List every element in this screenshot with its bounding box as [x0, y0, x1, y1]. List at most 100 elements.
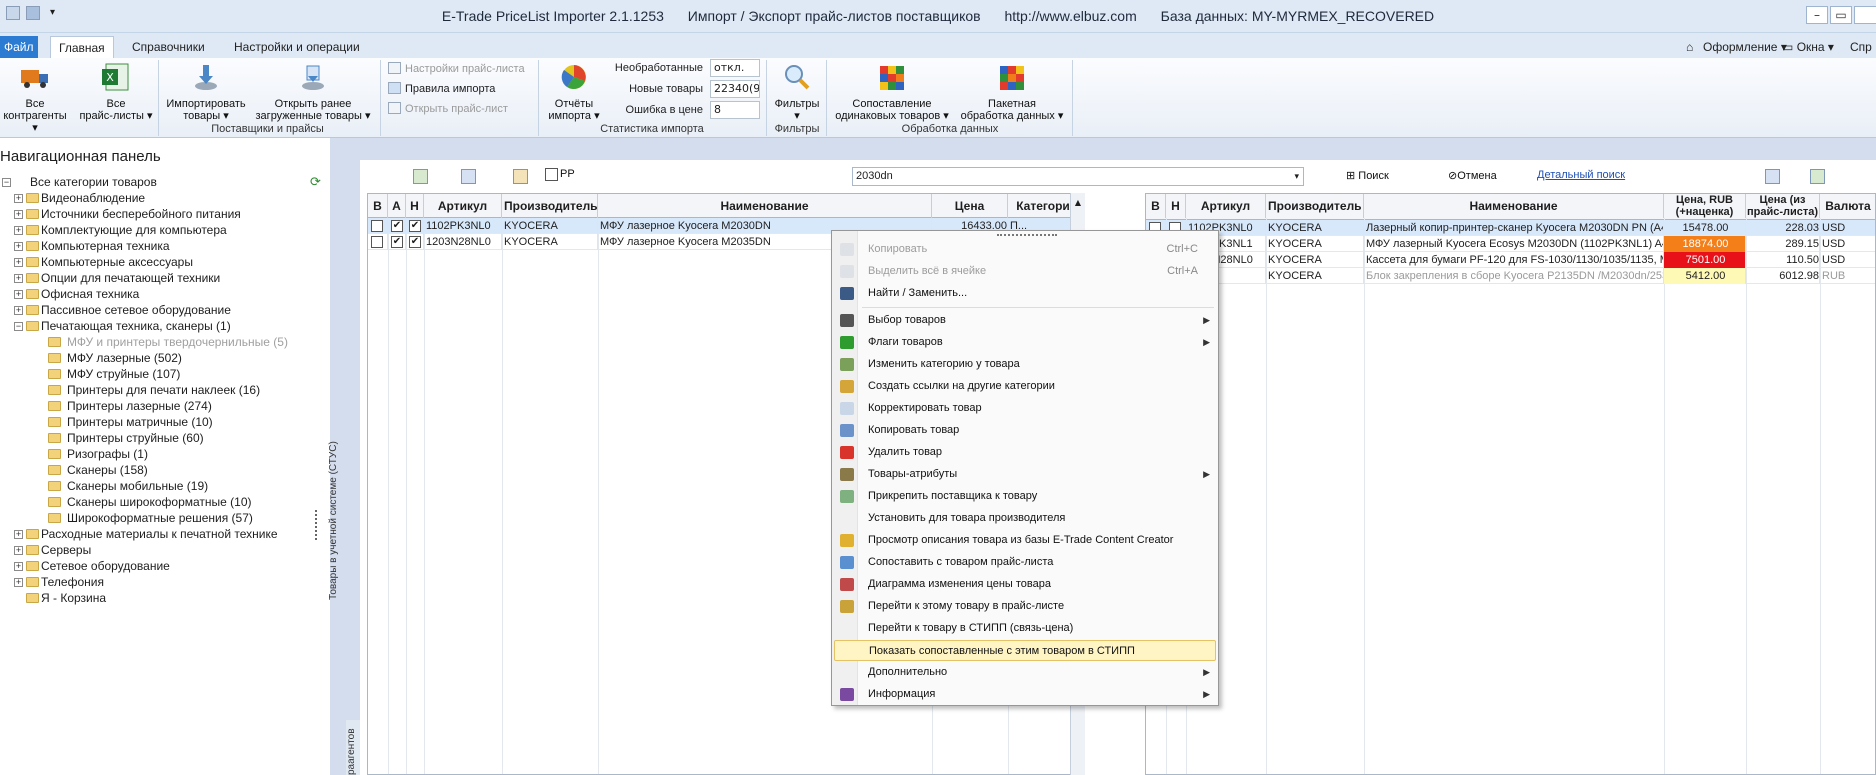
tree-item[interactable]: Я - Корзина: [0, 590, 330, 606]
cancel-button[interactable]: ⊘Отмена: [1448, 169, 1497, 182]
tree-item[interactable]: + Источники бесперебойного питания: [0, 206, 330, 222]
tree-item[interactable]: + Пассивное сетевое оборудование: [0, 302, 330, 318]
expand-icon[interactable]: +: [14, 578, 23, 587]
menu-item[interactable]: Корректировать товар: [834, 398, 1216, 419]
row-checkbox[interactable]: ✔: [391, 220, 403, 232]
tree-item[interactable]: + Офисная техника: [0, 286, 330, 302]
table-row[interactable]: 1102PK3NL1 KYOCERA МФУ лазерный Kyocera Ec…: [1146, 236, 1875, 252]
menu-item[interactable]: Товары-атрибуты ▶: [834, 464, 1216, 485]
tree-item[interactable]: + Компьютерная техника: [0, 238, 330, 254]
sort-icon[interactable]: [1765, 169, 1780, 184]
col-header-price[interactable]: Цена: [932, 194, 1008, 218]
tree-item[interactable]: + Телефония: [0, 574, 330, 590]
tree-item[interactable]: + Комплектующие для компьютера: [0, 222, 330, 238]
table-row[interactable]: KYOCERA Блок закрепления в сборе Kyocera …: [1146, 268, 1875, 284]
tree-item[interactable]: − Печатающая техника, сканеры (1): [0, 318, 330, 334]
tree-item[interactable]: − Все категории товаров: [0, 174, 330, 190]
col-header-a[interactable]: А: [388, 194, 406, 218]
col-header-currency[interactable]: Валюта: [1820, 194, 1875, 218]
col-header-v[interactable]: В: [368, 194, 388, 218]
tab-references[interactable]: Справочники: [124, 36, 213, 58]
col-header-article[interactable]: Артикул: [424, 194, 502, 218]
pricelist-settings-button[interactable]: Настройки прайс-листа: [388, 60, 525, 78]
tree-item[interactable]: + Сетевое оборудование: [0, 558, 330, 574]
filters-button[interactable]: Фильтры ▾: [770, 62, 824, 122]
match-goods-button[interactable]: Сопоставление одинаковых товаров ▾: [830, 62, 954, 122]
tree-item[interactable]: Сканеры широкоформатные (10): [0, 494, 330, 510]
col-header-price-pl[interactable]: Цена (из прайс-листа): [1746, 194, 1820, 218]
tree-item[interactable]: Сканеры мобильные (19): [0, 478, 330, 494]
open-pricelist-button[interactable]: Открыть прайс-лист: [388, 100, 508, 118]
export-icon[interactable]: [413, 169, 428, 184]
expand-icon[interactable]: +: [14, 258, 23, 267]
menu-item[interactable]: Перейти к этому товару в прайс-листе: [834, 596, 1216, 617]
detail-search-link[interactable]: Детальный поиск: [1537, 169, 1625, 181]
menu-item[interactable]: Диаграмма изменения цены товара: [834, 574, 1216, 595]
row-checkbox[interactable]: [371, 220, 383, 232]
col-header-price-rub[interactable]: Цена, RUB (+наценка): [1664, 194, 1746, 218]
menu-item[interactable]: Выделить всё в ячейке Ctrl+A: [834, 261, 1216, 282]
col-header-n[interactable]: Н: [1166, 194, 1186, 218]
maximize-button[interactable]: ▭: [1830, 6, 1852, 24]
row-checkbox[interactable]: ✔: [391, 236, 403, 248]
collapse-icon[interactable]: −: [2, 178, 11, 187]
tree-item[interactable]: МФУ струйные (107): [0, 366, 330, 382]
minimize-button[interactable]: –: [1806, 6, 1828, 24]
tree-item[interactable]: + Опции для печатающей техники: [0, 270, 330, 286]
import-reports-button[interactable]: Отчёты импорта ▾: [542, 62, 606, 122]
col-header-name[interactable]: Наименование: [598, 194, 932, 218]
batch-processing-button[interactable]: Пакетная обработка данных ▾: [956, 62, 1068, 122]
folder-icon[interactable]: [513, 169, 528, 184]
caret-up-icon[interactable]: ⌂: [1686, 36, 1693, 58]
import-goods-button[interactable]: Импортировать товары ▾: [160, 62, 252, 122]
expand-icon[interactable]: +: [14, 194, 23, 203]
menu-item[interactable]: Сопоставить с товаром прайс-листа: [834, 552, 1216, 573]
menu-item[interactable]: Удалить товар: [834, 442, 1216, 463]
table-row[interactable]: 1203N28NL0 KYOCERA Кассета для бумаги PF-1…: [1146, 252, 1875, 268]
table-row[interactable]: 1102PK3NL0 KYOCERA Лазерный копир-принтер-…: [1146, 220, 1875, 236]
sort-icon[interactable]: [461, 169, 476, 184]
row-checkbox[interactable]: ✔: [409, 220, 421, 232]
tree-item[interactable]: МФУ и принтеры твердочернильные (5): [0, 334, 330, 350]
menu-item[interactable]: Выбор товаров ▶: [834, 310, 1216, 331]
tree-item[interactable]: Принтеры лазерные (274): [0, 398, 330, 414]
collapse-icon[interactable]: −: [14, 322, 23, 331]
all-contractors-button[interactable]: Все контрагенты ▾: [0, 62, 70, 134]
col-header-manufacturer[interactable]: Производитель: [502, 194, 598, 218]
menu-item[interactable]: Показать сопоставленные с этим товаром в…: [834, 640, 1216, 661]
tab-file[interactable]: Файл: [0, 36, 38, 58]
theme-menu[interactable]: Оформление ▾: [1703, 36, 1787, 58]
menu-item[interactable]: Прикрепить поставщика к товару: [834, 486, 1216, 507]
tree-item[interactable]: + Видеонаблюдение: [0, 190, 330, 206]
open-loaded-button[interactable]: Открыть ранее загруженные товары ▾: [252, 62, 374, 122]
tree-item[interactable]: Принтеры для печати наклеек (16): [0, 382, 330, 398]
menu-item[interactable]: Дополнительно ▶: [834, 662, 1216, 683]
close-button[interactable]: [1854, 6, 1876, 24]
expand-icon[interactable]: +: [14, 274, 23, 283]
menu-item[interactable]: Копировать Ctrl+C: [834, 239, 1216, 260]
expand-icon[interactable]: +: [14, 210, 23, 219]
expand-icon[interactable]: +: [14, 290, 23, 299]
col-header-v[interactable]: В: [1146, 194, 1166, 218]
tree-item[interactable]: МФУ лазерные (502): [0, 350, 330, 366]
tab-home[interactable]: Главная: [50, 36, 114, 58]
menu-item[interactable]: Флаги товаров ▶: [834, 332, 1216, 353]
tree-item[interactable]: Принтеры струйные (60): [0, 430, 330, 446]
search-input[interactable]: 2030dn ▾: [852, 167, 1304, 186]
menu-item[interactable]: Найти / Заменить...: [834, 283, 1216, 304]
tree-item[interactable]: + Компьютерные аксессуары: [0, 254, 330, 270]
menu-item[interactable]: Информация ▶: [834, 684, 1216, 705]
menu-item[interactable]: Перейти к товару в СТИПП (связь-цена): [834, 618, 1216, 639]
tree-item[interactable]: + Расходные материалы к печатной технике: [0, 526, 330, 542]
menu-item[interactable]: Установить для товара производителя: [834, 508, 1216, 529]
tree-item[interactable]: Ризографы (1): [0, 446, 330, 462]
tree-item[interactable]: Принтеры матричные (10): [0, 414, 330, 430]
scroll-up-icon[interactable]: ▲: [1071, 193, 1085, 213]
splitter-grip[interactable]: [315, 510, 319, 540]
row-checkbox[interactable]: [371, 236, 383, 248]
tab-settings[interactable]: Настройки и операции: [226, 36, 368, 58]
menu-item[interactable]: Просмотр описания товара из базы E-Trade…: [834, 530, 1216, 551]
menu-item[interactable]: Изменить категорию у товара: [834, 354, 1216, 375]
expand-icon[interactable]: +: [14, 546, 23, 555]
menu-item[interactable]: Создать ссылки на другие категории: [834, 376, 1216, 397]
